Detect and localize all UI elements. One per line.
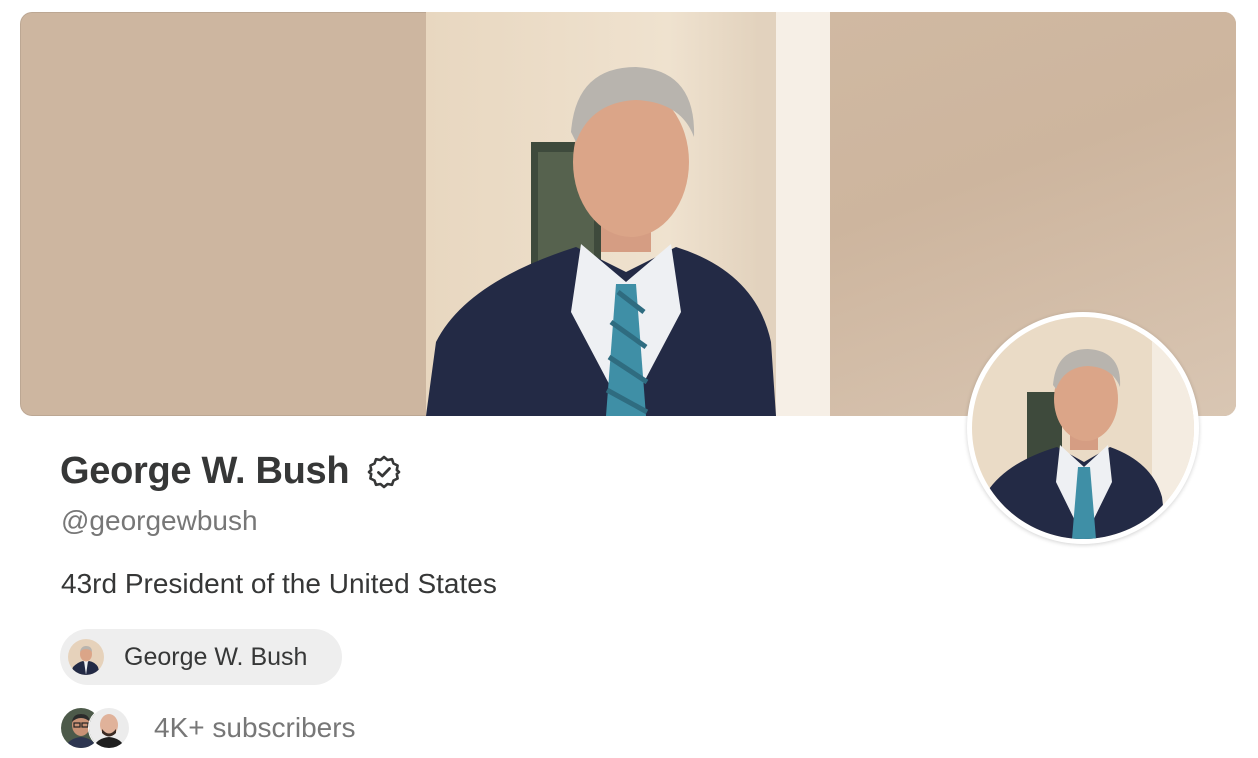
subscriber-count[interactable]: 4K+ subscribers — [154, 712, 356, 744]
profile-bio: 43rd President of the United States — [61, 568, 497, 599]
publication-chip[interactable]: George W. Bush — [60, 629, 342, 685]
subscribers-row: 4K+ subscribers — [60, 707, 356, 749]
profile-avatar[interactable] — [967, 312, 1199, 544]
verified-badge-icon — [367, 455, 401, 489]
name-row: George W. Bush — [60, 450, 401, 493]
subscriber-avatar — [88, 707, 130, 749]
publication-chip-label: George W. Bush — [124, 642, 308, 671]
publication-avatar — [68, 639, 104, 675]
banner-photo — [426, 12, 830, 416]
subscriber-avatars — [60, 707, 132, 749]
profile-name: George W. Bush — [60, 450, 350, 492]
profile-handle: @georgewbush — [61, 505, 258, 536]
avatar-photo — [972, 317, 1194, 539]
